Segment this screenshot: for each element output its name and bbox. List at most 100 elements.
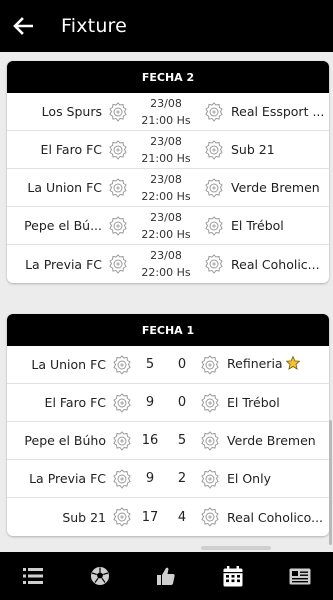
page-title: Fixture: [61, 15, 128, 37]
team-crest-icon: [201, 430, 219, 451]
home-team-name: El Faro FC: [40, 142, 102, 157]
team-crest-icon: [107, 253, 129, 275]
team-crest-icon: [203, 101, 225, 123]
team-crest-icon: [113, 468, 131, 489]
nav-item-fixture[interactable]: [200, 552, 267, 600]
away-team-name: Verde Bremen: [231, 180, 320, 195]
round-title: FECHA 2: [7, 61, 329, 93]
away-team: Verde Bremen: [227, 433, 329, 448]
team-crest-icon: [109, 215, 127, 236]
match-row[interactable]: Sub 21 17 4 Real Coholico...: [7, 498, 329, 536]
team-crest-icon: [111, 430, 133, 452]
calendar-icon: [223, 565, 243, 586]
home-team-name: Pepe el Bú...: [24, 218, 102, 233]
fixture-card-results: FECHA 1 La Union FC 5 0 Refineria El Faro FC…: [7, 314, 329, 536]
match-date: 23/08: [150, 210, 182, 224]
away-team-name: El Only: [227, 471, 271, 486]
away-score: 5: [177, 433, 187, 448]
away-team: Real Coholico...: [227, 510, 329, 525]
match-schedule: 23/08 22:00 Hs: [129, 209, 203, 243]
team-crest-icon: [203, 253, 225, 275]
home-score: 9: [145, 395, 155, 410]
away-score: 0: [177, 357, 187, 372]
home-score: 16: [141, 433, 159, 448]
nav-item-list[interactable]: [0, 552, 67, 600]
team-crest-icon: [107, 215, 129, 237]
match-schedule: 23/08 21:00 Hs: [129, 133, 203, 167]
team-crest-icon: [111, 506, 133, 528]
team-crest-icon: [199, 506, 221, 528]
match-score: 50: [133, 357, 199, 372]
match-time: 21:00 Hs: [141, 113, 191, 127]
away-score: 0: [177, 395, 187, 410]
match-date: 23/08: [150, 249, 182, 262]
team-crest-icon: [113, 430, 131, 451]
home-team-name: Los Spurs: [41, 104, 102, 119]
scrollbar[interactable]: [329, 420, 332, 545]
match-schedule: 23/08 22:00 Hs: [129, 171, 203, 205]
match-row[interactable]: El Faro FC 23/08 21:00 Hs Sub 21: [7, 131, 329, 169]
home-score: 9: [145, 471, 155, 486]
team-crest-icon: [109, 254, 127, 274]
away-team-name: Sub 21: [231, 142, 275, 157]
nav-item-votes[interactable]: [133, 552, 200, 600]
match-schedule: 23/08 21:00 Hs: [129, 95, 203, 129]
match-schedule: 23/08 22:00 Hs: [129, 247, 203, 281]
team-crest-icon: [111, 392, 133, 414]
match-score: 90: [133, 395, 199, 410]
team-crest-icon: [203, 177, 225, 199]
fixture-list[interactable]: FECHA 2 Los Spurs 23/08 21:00 Hs Real Esspo…: [0, 52, 333, 552]
match-date: 23/08: [150, 172, 182, 186]
away-team-name: El Trébol: [227, 395, 280, 410]
match-row[interactable]: El Faro FC 9 0 El Trébol: [7, 384, 329, 422]
team-crest-icon: [109, 101, 127, 122]
match-row[interactable]: Los Spurs 23/08 21:00 Hs Real Essport ...: [7, 93, 329, 131]
team-crest-icon: [205, 254, 223, 274]
match-score: 92: [133, 471, 199, 486]
team-crest-icon: [205, 215, 223, 236]
match-row[interactable]: La Previa FC 9 2 El Only: [7, 460, 329, 498]
team-crest-icon: [199, 430, 221, 452]
away-team-name: Real Essport ...: [231, 104, 325, 119]
away-team-name: Verde Bremen: [227, 433, 316, 448]
team-crest-icon: [201, 468, 219, 489]
team-crest-icon: [205, 177, 223, 198]
list-icon: [23, 568, 44, 584]
match-score: 16 5: [133, 433, 199, 448]
app-bar: Fixture: [0, 0, 333, 52]
match-score: 17 4: [133, 510, 199, 525]
team-crest-icon: [205, 139, 223, 160]
away-score: 2: [177, 471, 187, 486]
home-team-name: La Previa FC: [25, 256, 102, 272]
home-team-name: Sub 21: [62, 509, 106, 525]
away-team-name: Real Coholic...: [231, 256, 320, 272]
team-crest-icon: [203, 215, 225, 237]
match-time: 22:00 Hs: [141, 266, 191, 279]
thumbs-up-icon: [157, 567, 176, 585]
away-team-name: El Trébol: [231, 218, 284, 233]
fixture-card-upcoming: FECHA 2 Los Spurs 23/08 21:00 Hs Real Esspo…: [7, 61, 329, 283]
nav-item-matches[interactable]: [67, 552, 134, 600]
match-row[interactable]: La Union FC 5 0 Refineria: [7, 346, 329, 384]
away-score: 4: [177, 509, 187, 525]
match-row[interactable]: Pepe el Bú... 23/08 22:00 Hs El Trébol: [7, 207, 329, 245]
home-team-name: La Union FC: [31, 357, 106, 372]
team-crest-icon: [113, 507, 131, 527]
match-row[interactable]: La Union FC 23/08 22:00 Hs Verde Bremen: [7, 169, 329, 207]
match-row[interactable]: La Previa FC 23/08 22:00 Hs Real Coholic...: [7, 245, 329, 283]
arrow-left-icon: [13, 17, 33, 35]
team-crest-icon: [203, 139, 225, 161]
team-crest-icon: [109, 139, 127, 160]
match-row[interactable]: Pepe el Búho 16 5 Verde Bremen: [7, 422, 329, 460]
back-button[interactable]: [2, 0, 44, 52]
soccer-ball-icon: [90, 567, 109, 585]
team-crest-icon: [107, 101, 129, 123]
home-team-name: La Previa FC: [29, 471, 106, 486]
match-time: 22:00 Hs: [141, 189, 191, 203]
away-team: El Only: [227, 471, 329, 486]
nav-item-news[interactable]: [266, 552, 333, 600]
match-date: 23/08: [150, 96, 182, 110]
match-time: 21:00 Hs: [141, 151, 191, 165]
team-crest-icon: [111, 468, 133, 490]
away-team-name: Real Coholico...: [227, 509, 324, 525]
